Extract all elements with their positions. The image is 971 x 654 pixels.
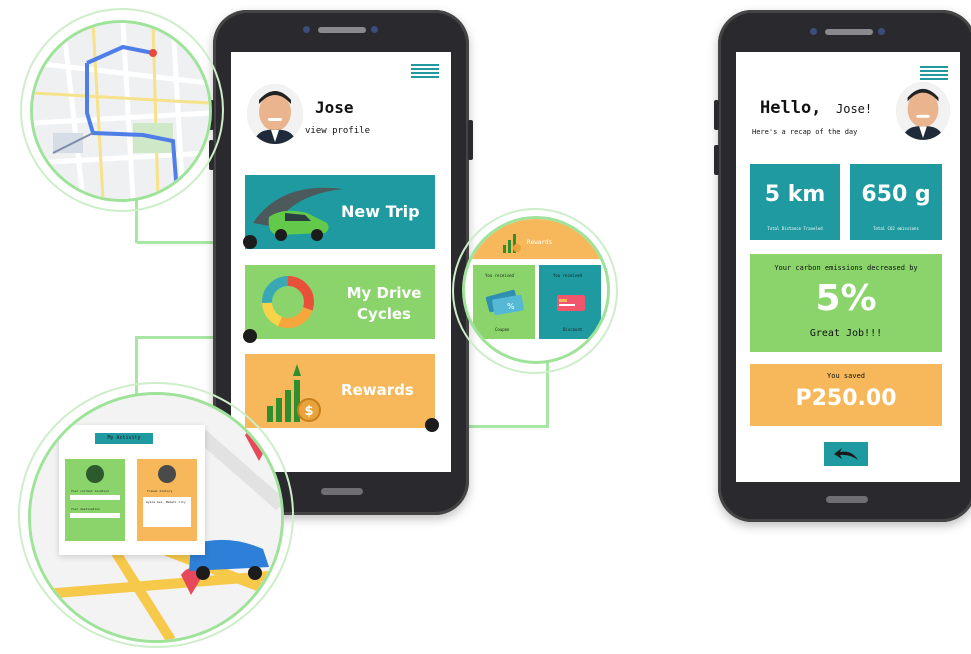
activity-bubble[interactable]: My Activity Your current location Your d… — [28, 392, 284, 643]
right-phone-screen: Hello, Jose! Here's a recap of the day 5… — [736, 52, 960, 482]
emission-decrease-card: Your carbon emissions decreased by 5% Gr… — [750, 254, 942, 352]
my-drive-cycles-button[interactable]: My Drive Cycles — [245, 265, 435, 339]
rewards-bubble[interactable]: Rewards You received % Coupon You receiv… — [462, 216, 610, 364]
current-location-input[interactable] — [70, 495, 120, 500]
connector-dot — [243, 235, 257, 249]
emissions-value: 650 g — [861, 182, 931, 207]
activity-title-badge: My Activity — [95, 433, 153, 444]
destination-label: Your destination — [71, 507, 100, 511]
savings-value: P250.00 — [795, 386, 897, 411]
speaker-grille — [318, 27, 366, 33]
savings-card: You saved P250.00 — [750, 364, 942, 426]
connector-dot — [243, 329, 257, 343]
navigation-icon — [158, 465, 176, 483]
discount-tile-top: You received — [553, 273, 582, 278]
emissions-label: Total CO2 emissions — [873, 226, 919, 231]
greeting: Hello, — [760, 98, 822, 118]
travel-history-label: Travel history — [147, 489, 173, 493]
home-button[interactable] — [826, 496, 868, 503]
back-arrow-icon — [834, 448, 858, 460]
compass-icon — [86, 465, 104, 483]
my-drive-cycles-label-line1: My Drive — [346, 284, 422, 302]
rewards-bubble-title: Rewards — [527, 239, 553, 246]
rewards-label: Rewards — [341, 381, 414, 399]
discount-ticket-icon — [557, 295, 585, 311]
distance-label: Total Distance Traveled — [767, 226, 823, 231]
growth-chart-icon — [503, 234, 521, 253]
recap-subtitle: Here's a recap of the day — [752, 128, 858, 136]
hamburger-menu-icon[interactable] — [920, 66, 948, 82]
emission-decrease-text: Your carbon emissions decreased by — [774, 264, 918, 272]
activity-title: My Activity — [107, 435, 141, 441]
svg-text:%: % — [507, 302, 515, 311]
distance-stat-card: 5 km Total Distance Traveled — [750, 164, 840, 240]
travel-history-box: Ayala Ave, Makati City — [143, 497, 191, 527]
sensor — [371, 26, 378, 33]
emission-decrease-value: 5% — [815, 278, 877, 319]
activity-panel: My Activity Your current location Your d… — [59, 425, 205, 555]
back-button[interactable] — [824, 442, 868, 466]
great-job-text: Great Job!!! — [809, 328, 883, 339]
travel-history-entry: Ayala Ave, Makati City — [146, 500, 186, 504]
discount-tile[interactable]: You received Discount — [539, 265, 601, 339]
map-bubble[interactable] — [30, 20, 212, 202]
sensor — [878, 28, 885, 35]
speaker-grille — [825, 29, 873, 35]
donut-chart-icon — [262, 276, 314, 328]
view-profile-link[interactable]: view profile — [305, 126, 370, 136]
volume-button — [714, 145, 719, 175]
front-camera — [303, 26, 310, 33]
rewards-bubble-header: Rewards — [465, 219, 607, 259]
avatar[interactable] — [247, 84, 303, 144]
route-map-icon — [33, 23, 209, 199]
coupon-ticket-icon: % — [485, 289, 524, 316]
destination-input[interactable] — [70, 513, 120, 518]
connector-dot — [425, 418, 439, 432]
savings-label: You saved — [827, 372, 865, 380]
current-location-label: Your current location — [71, 489, 109, 493]
new-trip-label: New Trip — [341, 202, 420, 221]
avatar-photo — [247, 84, 303, 144]
profile-name: Jose — [315, 98, 354, 117]
new-trip-button[interactable]: New Trip — [245, 175, 435, 249]
power-button — [468, 120, 473, 160]
discount-tile-bottom: Discount — [563, 327, 583, 332]
hamburger-menu-icon[interactable] — [411, 64, 439, 80]
coupon-tile-bottom: Coupon — [495, 327, 510, 332]
my-drive-cycles-label: My Drive Cycles — [341, 283, 427, 325]
svg-text:$: $ — [304, 404, 313, 419]
front-camera — [810, 28, 817, 35]
right-phone: Hello, Jose! Here's a recap of the day 5… — [714, 10, 971, 522]
coupon-tile[interactable]: You received % Coupon — [473, 265, 535, 339]
avatar[interactable] — [896, 82, 950, 140]
coupon-tile-top: You received — [485, 273, 514, 278]
my-drive-cycles-label-line2: Cycles — [357, 305, 411, 323]
volume-button — [714, 100, 719, 130]
car-road-icon — [253, 187, 343, 241]
home-button[interactable] — [321, 488, 363, 495]
distance-value: 5 km — [764, 182, 826, 207]
avatar-photo — [896, 82, 950, 140]
travel-history-card[interactable]: Travel history Ayala Ave, Makati City — [137, 459, 197, 541]
user-name: Jose! — [836, 102, 873, 116]
location-card[interactable]: Your current location Your destination — [65, 459, 125, 541]
emissions-stat-card: 650 g Total CO2 emissions — [850, 164, 942, 240]
